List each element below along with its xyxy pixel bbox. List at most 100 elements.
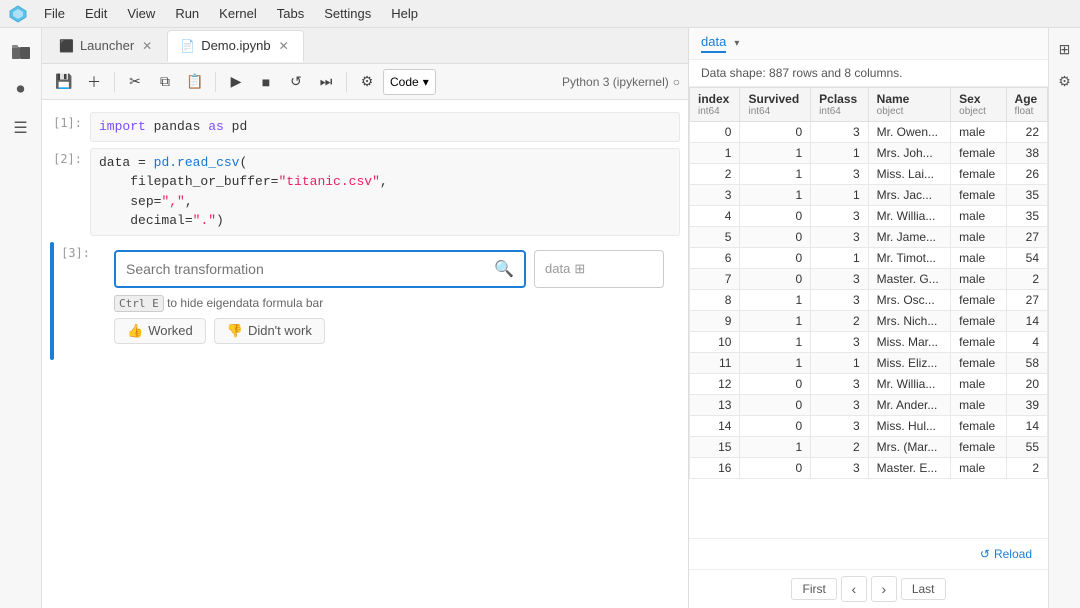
reload-button[interactable]: ↺ Reload <box>972 543 1040 565</box>
table-cell: Miss. Hul... <box>868 416 951 437</box>
table-cell: 3 <box>811 164 868 185</box>
kernel-status: ○ <box>673 75 680 89</box>
table-cell: male <box>951 206 1006 227</box>
kernel-info: Python 3 (ipykernel) ○ <box>562 75 680 89</box>
table-cell: 3 <box>811 206 868 227</box>
table-row: 912Mrs. Nich...female14 <box>690 311 1048 332</box>
search-input[interactable] <box>126 261 494 277</box>
worked-button[interactable]: 👍 Worked <box>114 318 206 344</box>
menu-help[interactable]: Help <box>383 4 426 23</box>
table-cell: female <box>951 290 1006 311</box>
menu-tabs[interactable]: Tabs <box>269 4 312 23</box>
table-row: 311Mrs. Jac...female35 <box>690 185 1048 206</box>
cut-button[interactable]: ✂ <box>121 68 149 96</box>
menu-edit[interactable]: Edit <box>77 4 115 23</box>
table-cell: Mr. Owen... <box>868 122 951 143</box>
table-row: 1203Mr. Willia...male20 <box>690 374 1048 395</box>
cell-2-content[interactable]: data = pd.read_csv( filepath_or_buffer="… <box>90 148 680 236</box>
app-logo <box>8 4 28 24</box>
restart-button[interactable]: ↺ <box>282 68 310 96</box>
tab-notebook-close[interactable]: ✕ <box>277 38 291 54</box>
table-cell: female <box>951 416 1006 437</box>
save-button[interactable]: 💾 <box>50 68 78 96</box>
table-cell: 1 <box>740 332 811 353</box>
data-variable-box[interactable]: data ⊞ <box>534 250 664 288</box>
table-cell: 54 <box>1006 248 1047 269</box>
table-cell: female <box>951 311 1006 332</box>
table-cell: 2 <box>811 437 868 458</box>
tab-dropdown-arrow[interactable]: ▾ <box>734 38 739 49</box>
cell-type-arrow: ▾ <box>423 75 429 89</box>
table-cell: 3 <box>811 122 868 143</box>
sidebar-run-icon[interactable]: ⏺ <box>5 74 37 106</box>
sidebar-folder-icon[interactable] <box>5 36 37 68</box>
paste-button[interactable]: 📋 <box>181 68 209 96</box>
pagination-next[interactable]: › <box>871 576 897 602</box>
table-cell: Mrs. (Mar... <box>868 437 951 458</box>
add-cell-button[interactable]: ＋ <box>80 68 108 96</box>
toolbar-divider-3 <box>346 72 347 92</box>
feedback-row: 👍 Worked 👎 Didn't work <box>114 318 664 344</box>
table-cell: 27 <box>1006 290 1047 311</box>
pagination-last[interactable]: Last <box>901 578 946 600</box>
pagination-first[interactable]: First <box>791 578 836 600</box>
table-row: 503Mr. Jame...male27 <box>690 227 1048 248</box>
table-cell: 4 <box>690 206 740 227</box>
table-cell: 3 <box>811 290 868 311</box>
settings-button[interactable]: ⚙ <box>353 68 381 96</box>
stop-button[interactable]: ■ <box>252 68 280 96</box>
menu-kernel[interactable]: Kernel <box>211 4 265 23</box>
didnt-work-button[interactable]: 👎 Didn't work <box>214 318 325 344</box>
table-row: 403Mr. Willia...male35 <box>690 206 1048 227</box>
table-row: 1013Miss. Mar...female4 <box>690 332 1048 353</box>
tab-launcher-close[interactable]: ✕ <box>140 38 154 54</box>
reload-icon: ↺ <box>980 547 990 561</box>
table-cell: 0 <box>740 206 811 227</box>
table-cell: 1 <box>811 353 868 374</box>
menu-settings[interactable]: Settings <box>316 4 379 23</box>
menu-run[interactable]: Run <box>167 4 207 23</box>
cell-3-number: [3]: <box>58 242 98 360</box>
menu-file[interactable]: File <box>36 4 73 23</box>
right-grid-icon[interactable]: ⊞ <box>1052 36 1078 62</box>
cell-type-select[interactable]: Code ▾ <box>383 69 436 95</box>
cell-1: [1]: import pandas as pd <box>42 110 688 144</box>
menu-view[interactable]: View <box>119 4 163 23</box>
table-cell: male <box>951 227 1006 248</box>
col-pclass: Pclass int64 <box>811 88 868 122</box>
table-cell: 0 <box>740 458 811 479</box>
table-cell: 1 <box>690 143 740 164</box>
search-box[interactable]: 🔍 <box>114 250 526 288</box>
thumbs-down-icon: 👎 <box>227 323 243 339</box>
table-cell: 6 <box>690 248 740 269</box>
col-sex: Sex object <box>951 88 1006 122</box>
table-cell: 12 <box>690 374 740 395</box>
table-cell: 5 <box>690 227 740 248</box>
cell-1-content[interactable]: import pandas as pd <box>90 112 680 142</box>
tab-demo-notebook[interactable]: 📄 Demo.ipynb ✕ <box>167 30 303 62</box>
right-panel: data ▾ Data shape: 887 rows and 8 column… <box>688 28 1048 608</box>
grid-icon[interactable]: ⊞ <box>574 261 585 277</box>
data-table-container[interactable]: index int64 Survived int64 Pclass int64 <box>689 87 1048 538</box>
notebook-area: ⬛ Launcher ✕ 📄 Demo.ipynb ✕ 💾 ＋ ✂ ⧉ 📋 ▶ … <box>42 28 688 608</box>
table-cell: 2 <box>1006 269 1047 290</box>
data-tab[interactable]: data <box>701 34 726 53</box>
search-icon[interactable]: 🔍 <box>494 259 514 279</box>
sidebar-list-icon[interactable]: ☰ <box>5 112 37 144</box>
table-cell: 0 <box>740 248 811 269</box>
table-cell: 16 <box>690 458 740 479</box>
table-cell: 2 <box>811 311 868 332</box>
pagination-prev[interactable]: ‹ <box>841 576 867 602</box>
table-cell: 1 <box>740 437 811 458</box>
run-all-button[interactable]: ⏭ <box>312 68 340 96</box>
search-row: 🔍 data ⊞ <box>114 250 664 288</box>
right-settings-icon[interactable]: ⚙ <box>1052 68 1078 94</box>
run-button[interactable]: ▶ <box>222 68 250 96</box>
copy-button[interactable]: ⧉ <box>151 68 179 96</box>
reload-row: ↺ Reload <box>689 538 1048 569</box>
tab-launcher[interactable]: ⬛ Launcher ✕ <box>46 30 167 62</box>
table-cell: Miss. Lai... <box>868 164 951 185</box>
tab-bar: ⬛ Launcher ✕ 📄 Demo.ipynb ✕ <box>42 28 688 64</box>
table-cell: 7 <box>690 269 740 290</box>
table-cell: female <box>951 164 1006 185</box>
